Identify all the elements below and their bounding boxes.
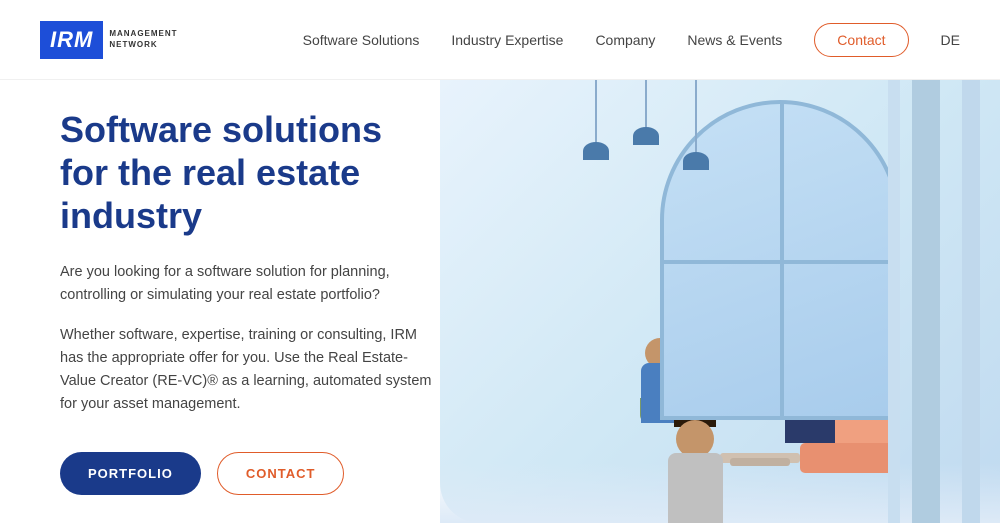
window-mullion-vertical — [780, 104, 784, 416]
hero-buttons: PORTFOLIO CONTACT — [60, 452, 440, 495]
nav-software-solutions[interactable]: Software Solutions — [303, 32, 420, 48]
hero-content: Software solutions for the real estate i… — [0, 108, 500, 496]
logo-irm: IRM — [50, 27, 93, 52]
hero-section: Software solutions for the real estate i… — [0, 80, 1000, 523]
hero-description-1: Are you looking for a software solution … — [60, 261, 440, 307]
column-right-2 — [962, 80, 980, 523]
pendant-cord-1 — [595, 80, 597, 150]
hero-title: Software solutions for the real estate i… — [60, 108, 440, 238]
hero-description-2: Whether software, expertise, training or… — [60, 324, 440, 417]
person-4-illustration — [650, 403, 740, 523]
column-right-1 — [912, 80, 940, 523]
logo[interactable]: IRM MANAGEMENT NETWORK — [40, 21, 179, 59]
pendant-shade-1 — [583, 142, 609, 160]
logo-subtitle: MANAGEMENT NETWORK — [109, 29, 179, 50]
nav-company[interactable]: Company — [595, 32, 655, 48]
main-nav: Software Solutions Industry Expertise Co… — [303, 23, 960, 57]
portfolio-button[interactable]: PORTFOLIO — [60, 452, 201, 495]
pendant-shade-3 — [683, 152, 709, 170]
language-switcher[interactable]: DE — [941, 32, 960, 48]
nav-industry-expertise[interactable]: Industry Expertise — [451, 32, 563, 48]
contact-button[interactable]: CONTACT — [217, 452, 345, 495]
hero-illustration — [440, 80, 1000, 523]
nav-news-events[interactable]: News & Events — [687, 32, 782, 48]
person-4-body — [668, 453, 723, 523]
column-right-3 — [888, 80, 900, 523]
nav-contact-button[interactable]: Contact — [814, 23, 908, 57]
logo-text: IRM — [40, 21, 103, 59]
pendant-cord-3 — [695, 80, 697, 160]
header: IRM MANAGEMENT NETWORK Software Solution… — [0, 0, 1000, 80]
pendant-shade-2 — [633, 127, 659, 145]
